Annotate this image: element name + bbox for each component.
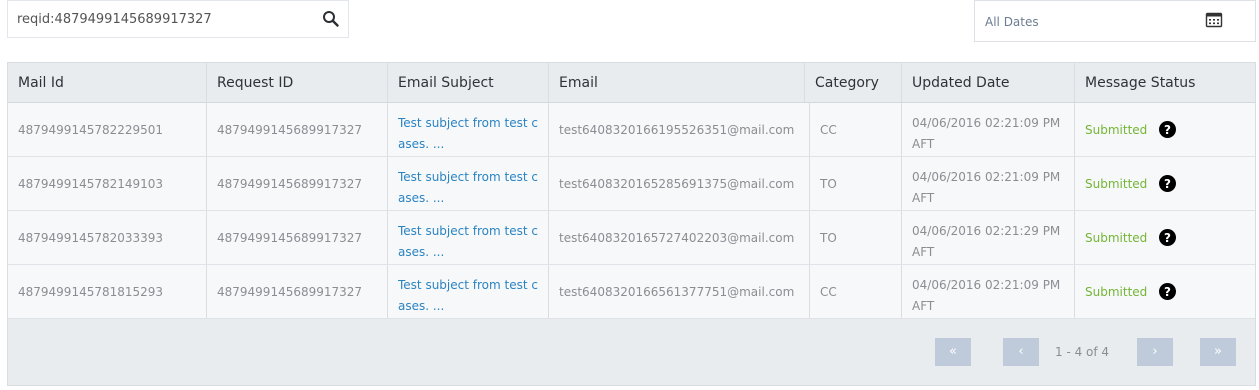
svg-text:?: ?: [1164, 231, 1171, 245]
column-header-message-status[interactable]: Message Status: [1075, 63, 1255, 102]
svg-text:?: ?: [1164, 177, 1171, 191]
subject-cell: Test subject from test cases. ...: [388, 265, 549, 318]
updated-date-cell: 04/06/2016 02:21:09 PM AFT: [902, 103, 1075, 156]
last-page-button[interactable]: »: [1200, 338, 1236, 366]
mail-id-cell: 4879499145781815293: [8, 265, 207, 318]
status-badge: Submitted: [1085, 230, 1148, 245]
question-icon[interactable]: ?: [1159, 229, 1177, 246]
email-cell: test6408320166195526351@mail.com: [549, 103, 810, 156]
table-row[interactable]: 4879499145782033393 4879499145689917327 …: [8, 211, 1255, 265]
mail-id-cell: 4879499145782033393: [8, 211, 207, 264]
request-id-cell: 4879499145689917327: [207, 211, 388, 264]
table-header: Mail Id Request ID Email Subject Email C…: [8, 63, 1255, 103]
updated-date-text: 04/06/2016 02:21:29 PM AFT: [912, 224, 1061, 259]
email-cell: test6408320165285691375@mail.com: [549, 157, 810, 210]
pagination-info: 1 - 4 of 4: [1055, 345, 1110, 359]
next-page-button[interactable]: ›: [1137, 338, 1173, 366]
category-cell: CC: [810, 265, 902, 318]
status-cell: Submitted ?: [1075, 265, 1255, 318]
message-grid: Mail Id Request ID Email Subject Email C…: [7, 62, 1256, 386]
table-row[interactable]: 4879499145782149103 4879499145689917327 …: [8, 157, 1255, 211]
updated-date-cell: 04/06/2016 02:21:29 PM AFT: [902, 211, 1075, 264]
column-header-mail-id[interactable]: Mail Id: [8, 63, 207, 102]
updated-date-text: 04/06/2016 02:21:09 PM AFT: [912, 116, 1061, 151]
category-cell: CC: [810, 103, 902, 156]
category-cell: TO: [810, 157, 902, 210]
updated-date-text: 04/06/2016 02:21:09 PM AFT: [912, 170, 1061, 205]
subject-link[interactable]: Test subject from test cases. ...: [398, 221, 538, 263]
category-cell: TO: [810, 211, 902, 264]
search-box: [7, 0, 349, 38]
question-icon[interactable]: ?: [1159, 121, 1177, 138]
updated-date-cell: 04/06/2016 02:21:09 PM AFT: [902, 265, 1075, 318]
table-row[interactable]: 4879499145782229501 4879499145689917327 …: [8, 103, 1255, 157]
status-badge: Submitted: [1085, 176, 1148, 191]
request-id-cell: 4879499145689917327: [207, 157, 388, 210]
mail-id-cell: 4879499145782229501: [8, 103, 207, 156]
email-cell: test6408320165727402203@mail.com: [549, 211, 810, 264]
svg-text:?: ?: [1164, 123, 1171, 137]
status-cell: Submitted ?: [1075, 157, 1255, 210]
subject-link[interactable]: Test subject from test cases. ...: [398, 113, 538, 155]
request-id-cell: 4879499145689917327: [207, 265, 388, 318]
svg-text:?: ?: [1164, 285, 1171, 299]
prev-page-button[interactable]: ‹: [1003, 338, 1039, 366]
status-badge: Submitted: [1085, 122, 1148, 137]
question-icon[interactable]: ?: [1159, 283, 1177, 300]
table-row[interactable]: 4879499145781815293 4879499145689917327 …: [8, 265, 1255, 319]
column-header-email-subject[interactable]: Email Subject: [388, 63, 549, 102]
email-cell: test6408320166561377751@mail.com: [549, 265, 810, 318]
search-input[interactable]: [8, 1, 308, 37]
column-header-request-id[interactable]: Request ID: [207, 63, 388, 102]
subject-cell: Test subject from test cases. ...: [388, 211, 549, 264]
date-filter[interactable]: All Dates: [974, 0, 1256, 42]
date-filter-label: All Dates: [985, 15, 1039, 29]
updated-date-text: 04/06/2016 02:21:09 PM AFT: [912, 278, 1061, 313]
calendar-icon[interactable]: [1205, 11, 1223, 29]
first-page-button[interactable]: «: [935, 338, 971, 366]
mail-id-cell: 4879499145782149103: [8, 157, 207, 210]
status-badge: Submitted: [1085, 284, 1148, 299]
updated-date-cell: 04/06/2016 02:21:09 PM AFT: [902, 157, 1075, 210]
status-cell: Submitted ?: [1075, 211, 1255, 264]
subject-cell: Test subject from test cases. ...: [388, 103, 549, 156]
subject-link[interactable]: Test subject from test cases. ...: [398, 275, 538, 317]
subject-cell: Test subject from test cases. ...: [388, 157, 549, 210]
column-header-email[interactable]: Email: [549, 63, 805, 102]
column-header-category[interactable]: Category: [805, 63, 902, 102]
column-header-updated-date[interactable]: Updated Date: [902, 63, 1075, 102]
status-cell: Submitted ?: [1075, 103, 1255, 156]
subject-link[interactable]: Test subject from test cases. ...: [398, 167, 538, 209]
question-icon[interactable]: ?: [1159, 175, 1177, 192]
search-icon[interactable]: [322, 10, 340, 28]
request-id-cell: 4879499145689917327: [207, 103, 388, 156]
